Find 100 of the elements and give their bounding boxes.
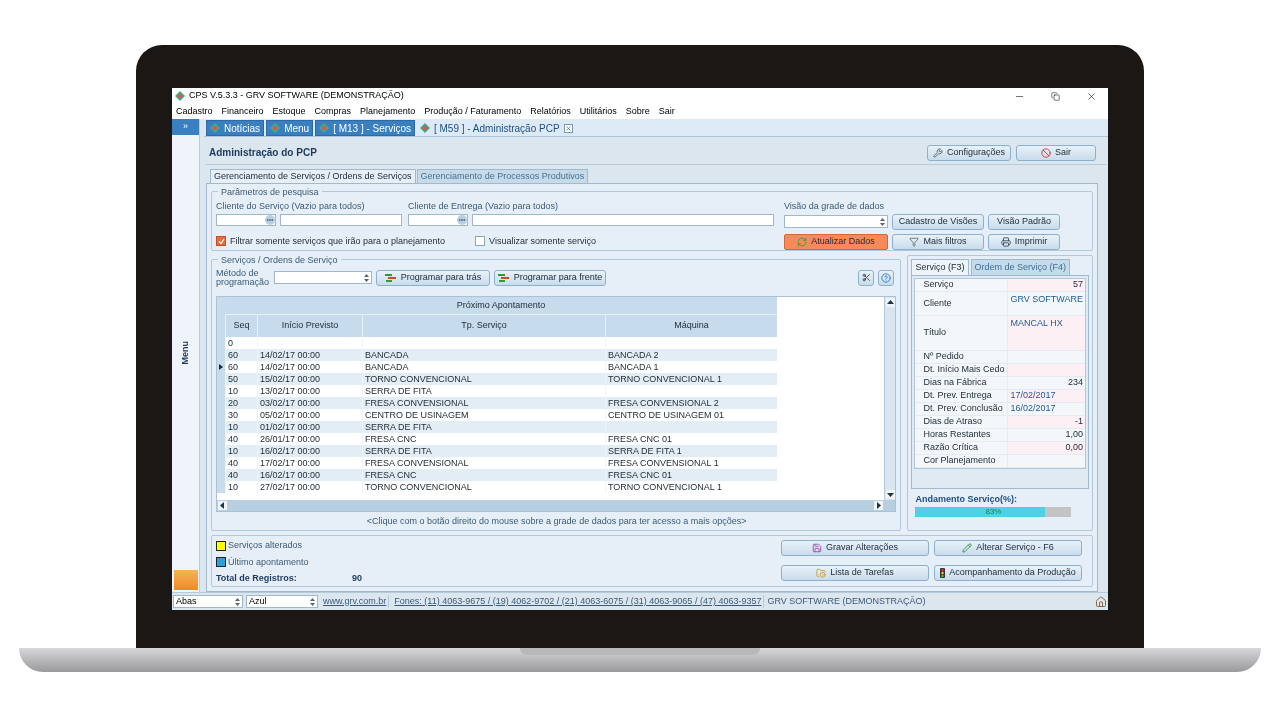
grid-corner xyxy=(217,296,225,337)
close-tab-icon[interactable] xyxy=(563,123,573,133)
property-value[interactable]: GRV SOFTWARE xyxy=(1008,292,1085,315)
menu-item[interactable]: Cadastro xyxy=(176,104,213,119)
refresh-button[interactable]: Atualizar Dados xyxy=(784,233,888,250)
scroll-right-icon[interactable] xyxy=(874,500,884,510)
table-cell: FRESA CONVENSIONAL 2 xyxy=(605,396,777,409)
property-label: Dt. Prev. Conclusão xyxy=(915,403,1009,415)
document-tab[interactable]: [ M13 ] - Serviços xyxy=(315,120,415,136)
table-cell: FRESA CNC xyxy=(362,468,605,481)
home-icon[interactable] xyxy=(1095,595,1107,608)
website-link[interactable]: www.grv.com.br xyxy=(321,594,390,609)
menu-item[interactable]: Utilitários xyxy=(579,104,617,119)
menu-item[interactable]: Financeiro xyxy=(221,104,264,119)
gantt-icon xyxy=(384,272,397,283)
print-button[interactable]: Imprimir xyxy=(988,233,1060,250)
page-title: Administração do PCP xyxy=(209,146,317,160)
column-header[interactable]: Tp. Serviço xyxy=(362,314,605,337)
property-value[interactable]: MANCAL HX xyxy=(1008,316,1085,350)
expand-button[interactable]: » xyxy=(172,119,199,135)
menu-item[interactable]: Relatórios xyxy=(530,104,571,119)
section-tab[interactable]: Gerenciamento de Serviços / Ordens de Serviços xyxy=(210,169,416,183)
property-value[interactable]: 0,00 xyxy=(1008,442,1085,454)
no-entry-icon xyxy=(1041,147,1051,158)
spinner-icon xyxy=(880,217,885,226)
details-tab[interactable]: Ordem de Serviço (F4) xyxy=(970,259,1071,275)
property-label: Dt. Prev. Entrega xyxy=(915,390,1009,402)
document-tab[interactable]: Menu xyxy=(266,120,314,136)
column-header[interactable]: Início Previsto xyxy=(257,314,362,337)
menu-item[interactable]: Sair xyxy=(658,104,675,119)
menu-item[interactable]: Produção / Faturamento xyxy=(424,104,522,119)
settings-button[interactable]: Configurações xyxy=(927,144,1011,161)
client-code-field[interactable] xyxy=(216,213,276,226)
views-button[interactable]: Cadastro de Visões xyxy=(892,213,984,230)
group-legend: Parâmetros de pesquisa xyxy=(218,186,322,200)
table-cell: FRESA CNC 01 xyxy=(605,468,777,481)
view-combo[interactable] xyxy=(784,215,888,228)
checkbox[interactable] xyxy=(475,236,486,247)
backward-button[interactable]: Programar para trás xyxy=(376,269,490,286)
phones-link[interactable]: Fones: (11) 4063-9675 / (19) 4062-9702 / (21) 4063-6075 / (31) 4063-9065 / (47) 4063-9357 xyxy=(392,594,765,609)
menu-item[interactable]: Estoque xyxy=(272,104,306,119)
property-label: Dias na Fábrica xyxy=(915,377,1009,389)
checkbox[interactable] xyxy=(216,236,226,247)
table-cell: 40 xyxy=(225,468,257,481)
client-name-field[interactable] xyxy=(280,213,402,226)
edit-service-button[interactable]: Alterar Serviço - F6 xyxy=(934,540,1082,556)
table-cell: 14/02/17 00:00 xyxy=(257,348,362,361)
table-cell: FRESA CNC xyxy=(362,432,605,445)
menu-item[interactable]: Compras xyxy=(314,104,352,119)
property-value[interactable]: -1 xyxy=(1008,416,1085,428)
table-cell: 05/02/17 00:00 xyxy=(257,408,362,421)
field-label: Visão da grade de dados xyxy=(784,200,885,213)
filters-button[interactable]: Mais filtros xyxy=(892,233,984,250)
document-tab[interactable]: Notícias xyxy=(206,120,265,136)
table-cell: CENTRO DE USINAGEM xyxy=(362,408,605,421)
save-button[interactable]: Gravar Alterações xyxy=(781,540,929,556)
table-cell: 10 xyxy=(225,420,257,433)
legend-label: Último apontamento xyxy=(228,555,309,569)
method-combo[interactable] xyxy=(274,271,372,285)
property-value[interactable]: 17/02/2017 xyxy=(1008,390,1085,402)
tracking-button[interactable]: Acompanhamento da Produção xyxy=(934,565,1082,581)
default-view-button[interactable]: Visão Padrão xyxy=(988,213,1060,230)
property-value[interactable]: 234 xyxy=(1008,377,1085,389)
table-cell: 60 xyxy=(225,360,257,373)
table-cell: 60 xyxy=(225,348,257,361)
property-value[interactable]: 16/02/2017 xyxy=(1008,403,1085,415)
delivery-name-field[interactable] xyxy=(472,213,774,226)
vertical-scrollbar[interactable] xyxy=(884,296,896,500)
property-value[interactable]: 1,00 xyxy=(1008,429,1085,441)
menu-item[interactable]: Sobre xyxy=(625,104,650,119)
refresh-icon xyxy=(797,236,808,247)
theme-combo[interactable]: Azul xyxy=(246,595,318,608)
table-cell: 16/02/17 00:00 xyxy=(257,468,362,481)
property-label: Dt. Início Mais Cedo xyxy=(915,364,1009,376)
restore-icon[interactable] xyxy=(1051,91,1060,101)
delivery-code-field[interactable] xyxy=(408,213,468,226)
more-icon[interactable] xyxy=(457,214,467,225)
horizontal-scrollbar[interactable] xyxy=(217,499,896,511)
layout-combo[interactable]: Abas xyxy=(173,595,243,608)
forward-button[interactable]: Programar para frente xyxy=(494,269,606,286)
tasks-button[interactable]: Lista de Tarefas xyxy=(781,565,929,581)
table-cell: FRESA CONVENSIONAL xyxy=(362,396,605,409)
scroll-down-icon[interactable] xyxy=(886,489,895,499)
tab-icon xyxy=(210,123,220,133)
table-cell: 40 xyxy=(225,432,257,445)
gantt-icon xyxy=(497,272,510,283)
close-icon[interactable] xyxy=(1086,90,1097,102)
column-header[interactable]: Máquina xyxy=(605,314,777,337)
sidebar-label[interactable]: Menu xyxy=(178,340,193,365)
scroll-up-icon[interactable] xyxy=(886,297,895,307)
more-icon[interactable] xyxy=(265,214,275,225)
section-tab[interactable]: Gerenciamento de Processos Produtivos xyxy=(416,169,589,183)
column-header[interactable]: Seq xyxy=(225,314,257,337)
property-label: Horas Restantes xyxy=(915,429,1009,441)
spinner-icon xyxy=(235,597,240,606)
property-value[interactable]: 57 xyxy=(1008,279,1085,291)
details-tab[interactable]: Serviço (F3) xyxy=(911,259,969,275)
exit-button[interactable]: Sair xyxy=(1016,144,1096,161)
menu-item[interactable]: Planejamento xyxy=(360,104,416,119)
scroll-left-icon[interactable] xyxy=(218,500,227,510)
